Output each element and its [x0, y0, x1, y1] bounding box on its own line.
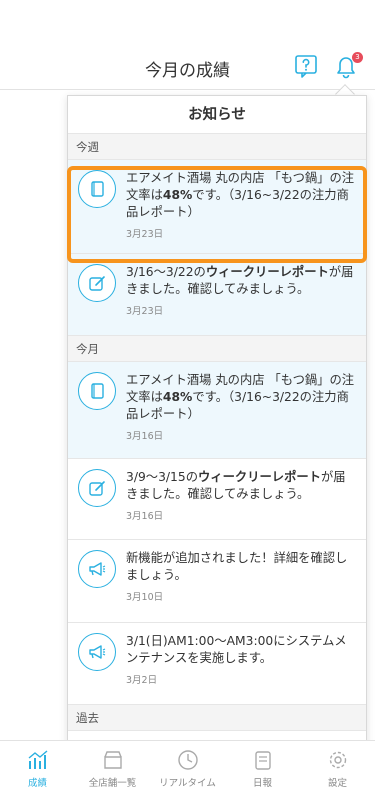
tab-label: 成績 [27, 778, 47, 789]
header: 今月の成績 3 [0, 0, 375, 90]
gear-icon [329, 751, 346, 769]
store-icon [103, 751, 122, 769]
notification-date: 3月10日 [126, 592, 164, 603]
tab-label: 日報 [252, 778, 272, 789]
notification-message: エアメイト酒場 丸の内店 「もつ鍋」の注文率は48%です。（3/16~3/22の… [126, 373, 355, 421]
chart-icon [28, 750, 47, 769]
panel-title: お知らせ [68, 96, 366, 134]
notification-item[interactable]: 3/9〜3/15のウィークリーレポートが届きました。確認してみましょう。 3月1… [68, 459, 366, 540]
tab-results[interactable]: 成績 [0, 741, 75, 812]
megaphone-icon [78, 633, 116, 671]
notification-item[interactable]: 新機能が追加されました！詳細を確認しましょう。 3月10日 [68, 540, 366, 623]
tab-label: リアルタイム [159, 778, 216, 789]
help-button[interactable] [294, 54, 318, 78]
tab-settings[interactable]: 設定 [300, 741, 375, 812]
notification-item[interactable]: エアメイト酒場 丸の内店 「もつ鍋」の注文率は48%です。（3/16~3/22の… [68, 160, 366, 254]
document-icon [78, 170, 116, 208]
section-header-this-week: 今週 [68, 134, 366, 160]
notification-date: 3月2日 [126, 675, 158, 686]
page-title: 今月の成績 [145, 61, 230, 81]
notification-message: 3/16〜3/22のウィークリーレポートが届きました。確認してみましょう。 [126, 265, 354, 296]
report-icon [254, 751, 271, 770]
clock-icon [177, 750, 198, 770]
notification-panel: お知らせ 今週 エアメイト酒場 丸の内店 「もつ鍋」の注文率は48%です。（3/… [67, 95, 367, 755]
tab-realtime[interactable]: リアルタイム [150, 741, 225, 812]
megaphone-icon [78, 550, 116, 588]
notification-date: 3月16日 [126, 431, 164, 442]
edit-icon [78, 264, 116, 302]
tab-bar: 成績 全店舗一覧 リアルタイム 日報 設定 [0, 740, 375, 812]
tab-label: 設定 [327, 778, 347, 789]
document-icon [78, 372, 116, 410]
notification-date: 3月23日 [126, 306, 164, 317]
notification-badge: 3 [352, 52, 363, 63]
notification-item[interactable]: 3/16〜3/22のウィークリーレポートが届きました。確認してみましょう。 3月… [68, 254, 366, 336]
section-header-past: 過去 [68, 705, 366, 731]
edit-icon [78, 469, 116, 507]
notification-item[interactable]: 3/1(日)AM1:00〜AM3:00にシステムメンテナンスを実施します。 3月… [68, 623, 366, 705]
help-icon [295, 55, 317, 78]
notification-date: 3月16日 [126, 511, 164, 522]
notification-message: 新機能が追加されました！詳細を確認しましょう。 [126, 551, 348, 582]
tab-all-stores[interactable]: 全店舗一覧 [75, 741, 150, 812]
notification-message: 3/9〜3/15のウィークリーレポートが届きました。確認してみましょう。 [126, 470, 346, 501]
notification-message: エアメイト酒場 丸の内店 「もつ鍋」の注文率は48%です。（3/16~3/22の… [126, 171, 355, 219]
app-screen: 今月の成績 3 お知らせ 今週 エアメイト酒場 丸の内店 「もつ鍋」の注文率は4… [0, 0, 375, 812]
section-header-this-month: 今月 [68, 336, 366, 362]
notification-message: 3/1(日)AM1:00〜AM3:00にシステムメンテナンスを実施します。 [126, 634, 347, 665]
notification-item[interactable]: エアメイト酒場 丸の内店 「もつ鍋」の注文率は48%です。（3/16~3/22の… [68, 362, 366, 459]
tab-daily-report[interactable]: 日報 [225, 741, 300, 812]
tab-label: 全店舗一覧 [88, 778, 137, 789]
notification-date: 3月23日 [126, 229, 164, 240]
